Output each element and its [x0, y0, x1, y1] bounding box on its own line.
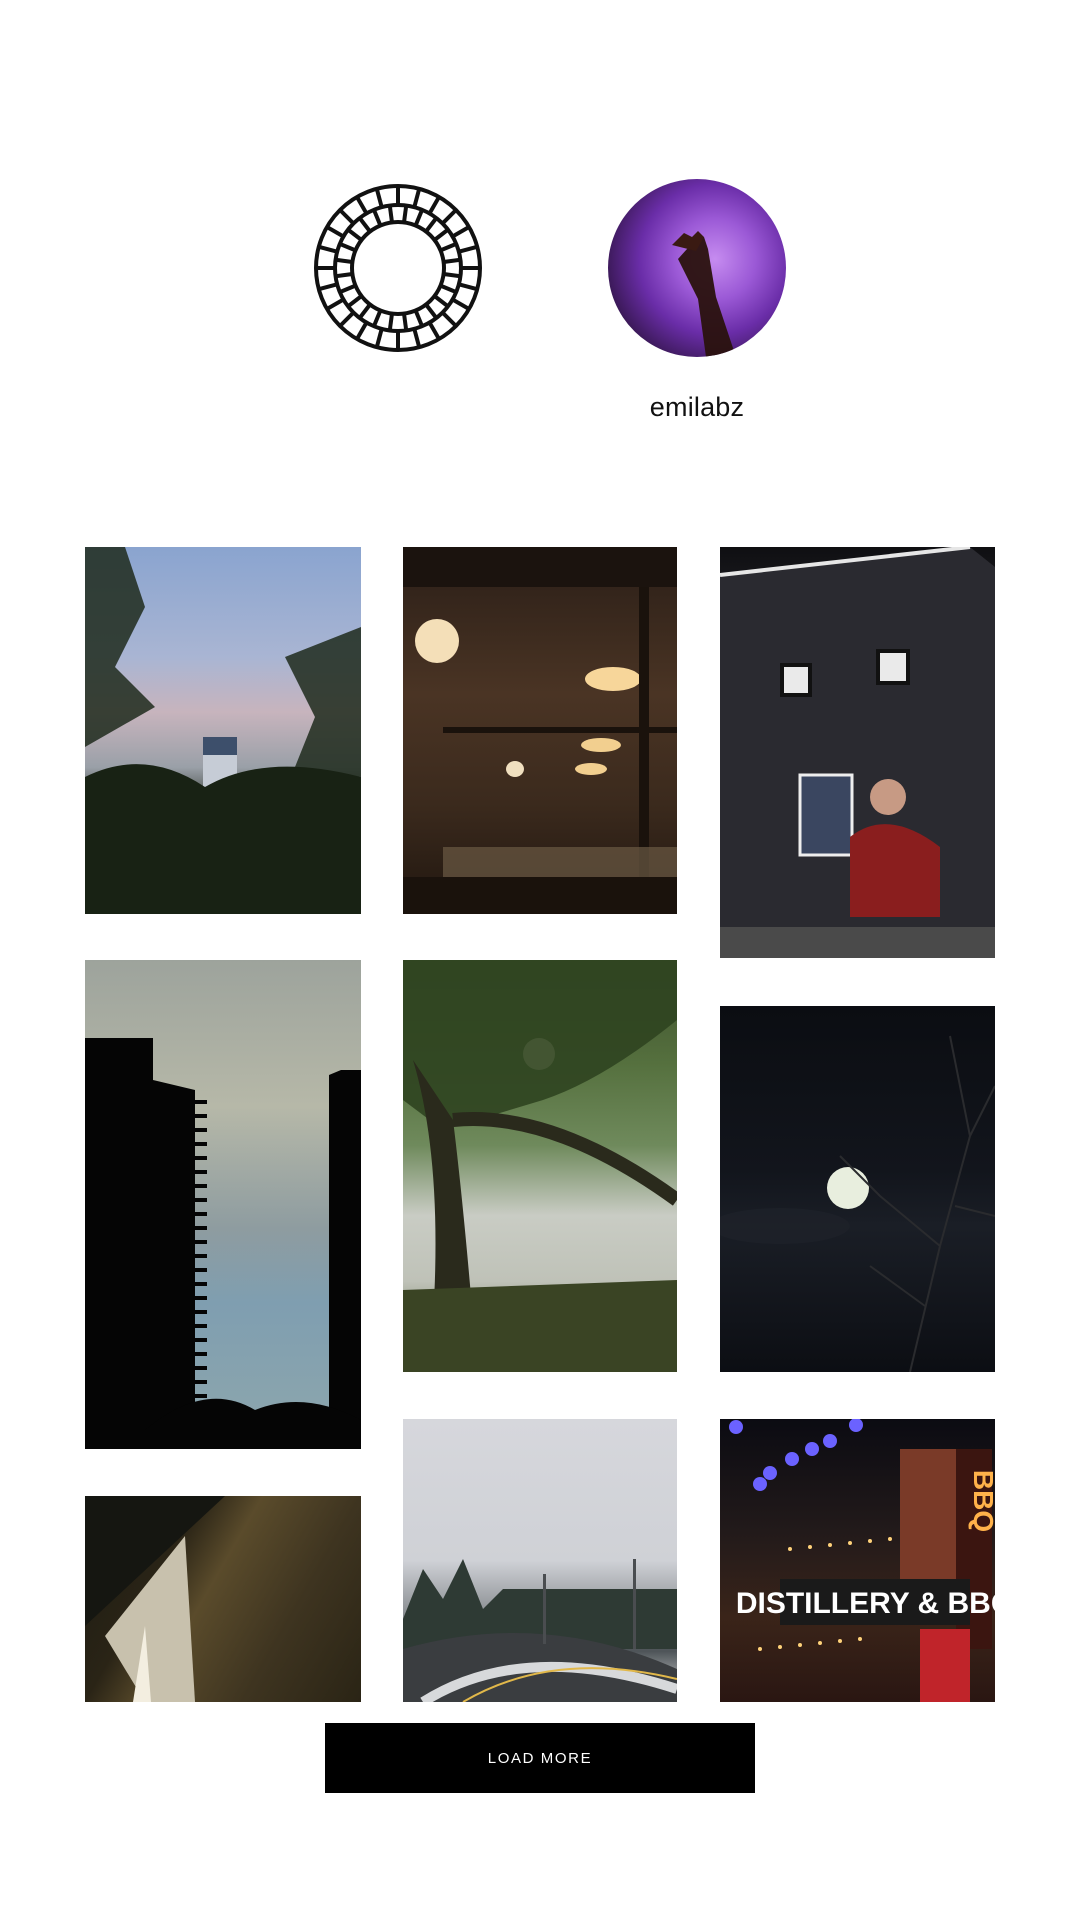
- gallery-image-distillery-neon[interactable]: DISTILLERY & BBQ BBQ: [720, 1419, 995, 1702]
- gallery-image-full-moon[interactable]: [720, 1006, 995, 1372]
- gallery-image-restaurant-interior[interactable]: [403, 547, 677, 914]
- gallery-image-abstract-light[interactable]: [85, 1496, 361, 1702]
- gallery-image-tree-over-river[interactable]: [403, 960, 677, 1372]
- gallery-image-tower-silhouettes[interactable]: [85, 960, 361, 1449]
- vsco-logo-icon[interactable]: [313, 183, 483, 353]
- distillery-sign-text: DISTILLERY & BBQ: [736, 1587, 995, 1620]
- gallery-image-tree-silhouette[interactable]: [85, 547, 361, 914]
- load-more-button[interactable]: LOAD MORE: [325, 1723, 755, 1793]
- gallery-image-building-mural[interactable]: [720, 547, 995, 958]
- gallery-image-snowy-road[interactable]: [403, 1419, 677, 1702]
- profile-avatar[interactable]: [608, 179, 786, 357]
- username[interactable]: emilabz: [600, 392, 794, 423]
- neon-bbq-text: BBQ: [968, 1470, 995, 1532]
